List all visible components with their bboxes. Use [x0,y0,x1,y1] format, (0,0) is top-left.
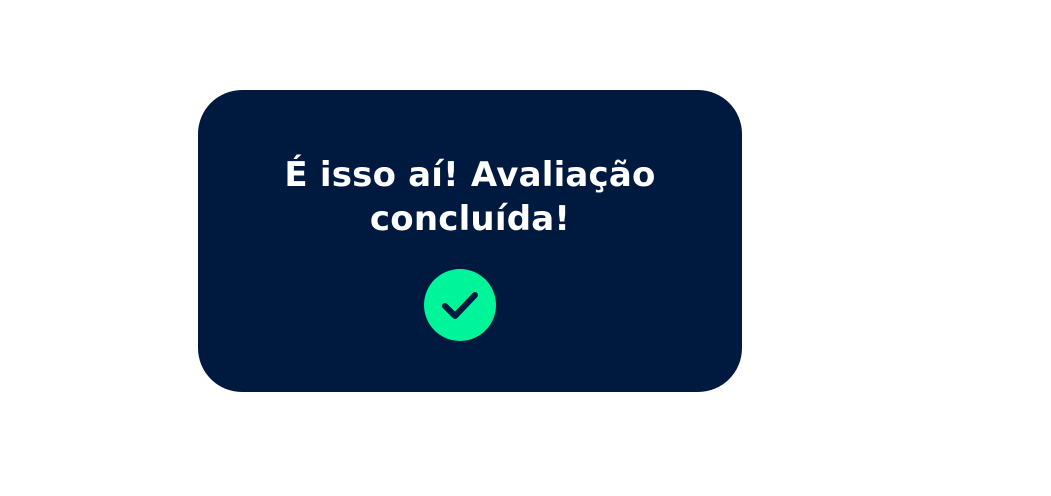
completion-dialog: É isso aí! Avaliação concluída! [198,90,742,392]
completion-title: É isso aí! Avaliação concluída! [198,153,742,241]
check-icon [442,292,478,319]
completion-title-line-2: concluída! [369,199,571,239]
success-badge [424,269,496,341]
page: É isso aí! Avaliação concluída! [0,0,1051,496]
completion-title-line-1: É isso aí! Avaliação [284,155,656,195]
